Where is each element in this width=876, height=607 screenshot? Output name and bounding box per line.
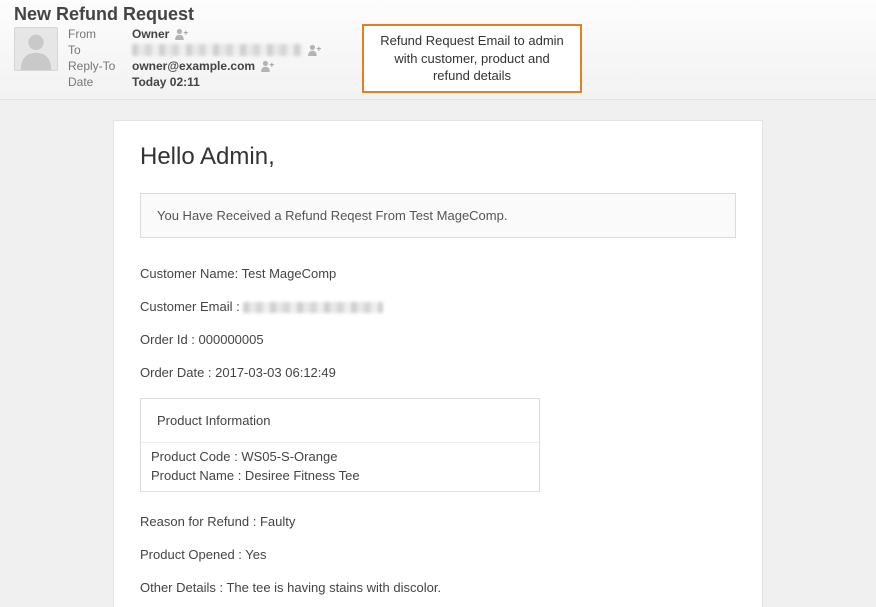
customer-email-line: Customer Email : — [140, 299, 736, 314]
email-subject: New Refund Request — [14, 4, 862, 25]
product-info-box: Product Information Product Code : WS05-… — [140, 398, 540, 492]
email-body-area: Hello Admin, You Have Received a Refund … — [0, 100, 876, 607]
other-details-line: Other Details : The tee is having stains… — [140, 580, 736, 595]
from-label: From — [68, 27, 132, 41]
avatar — [14, 27, 58, 71]
opened-line: Product Opened : Yes — [140, 547, 736, 562]
email-header: New Refund Request From Owner To — [0, 0, 876, 100]
customer-email-redacted — [243, 302, 383, 313]
annotation-callout: Refund Request Email to admin with custo… — [362, 24, 582, 93]
product-info-header: Product Information — [141, 399, 539, 443]
to-value — [132, 44, 322, 56]
to-label: To — [68, 43, 132, 57]
from-name: Owner — [132, 27, 169, 41]
email-content-card: Hello Admin, You Have Received a Refund … — [113, 120, 763, 607]
notice-box: You Have Received a Refund Reqest From T… — [140, 193, 736, 238]
customer-email-label: Customer Email : — [140, 299, 243, 314]
date-label: Date — [68, 75, 132, 89]
add-contact-icon[interactable] — [261, 60, 275, 72]
from-value: Owner — [132, 27, 322, 41]
order-date-line: Order Date : 2017-03-03 06:12:49 — [140, 365, 736, 380]
add-contact-icon[interactable] — [175, 28, 189, 40]
customer-name-line: Customer Name: Test MageComp — [140, 266, 736, 281]
reply-to-value: owner@example.com — [132, 59, 322, 73]
to-redacted — [132, 44, 302, 56]
greeting: Hello Admin, — [140, 143, 736, 171]
add-contact-icon[interactable] — [308, 44, 322, 56]
product-name-line: Product Name : Desiree Fitness Tee — [151, 468, 529, 483]
reason-line: Reason for Refund : Faulty — [140, 514, 736, 529]
date-value: Today 02:11 — [132, 75, 322, 89]
order-id-line: Order Id : 000000005 — [140, 332, 736, 347]
reply-to-label: Reply-To — [68, 59, 132, 73]
reply-to-address: owner@example.com — [132, 59, 255, 73]
product-code-line: Product Code : WS05-S-Orange — [151, 449, 529, 464]
